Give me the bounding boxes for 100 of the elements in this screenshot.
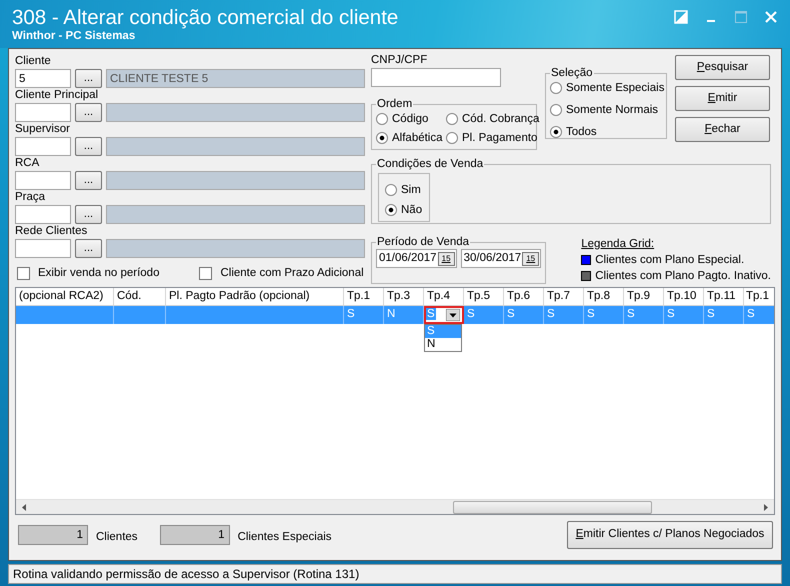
group-title: Condições de Venda — [376, 158, 484, 171]
table-cell: S — [624, 306, 664, 324]
maximize-icon[interactable] — [734, 10, 748, 24]
count-field: 1 — [160, 525, 230, 545]
browse-button[interactable]: ... — [75, 239, 102, 258]
group-title: Período de Venda — [376, 236, 470, 249]
column-header[interactable]: Tp.7 — [544, 288, 584, 305]
radio-button[interactable] — [550, 104, 562, 116]
date-field[interactable]: 30/06/2017 15 — [460, 249, 542, 268]
browse-button[interactable]: ... — [75, 137, 102, 156]
action-button[interactable]: Pesquisar — [675, 55, 770, 80]
group-title: Ordem — [376, 98, 414, 111]
name-field[interactable] — [106, 171, 365, 190]
window-subtitle: Winthor - PC Sistemas — [12, 30, 136, 43]
field-label: RCA — [15, 156, 40, 171]
table-cell: S — [544, 306, 584, 324]
column-header[interactable]: Tp.1 — [344, 288, 384, 305]
column-header[interactable]: Tp.9 — [624, 288, 664, 305]
count-label: Clientes Especiais — [238, 530, 332, 545]
dropdown-option[interactable]: N — [425, 338, 461, 351]
radio-button[interactable] — [446, 113, 458, 125]
checkbox[interactable] — [199, 266, 212, 280]
column-header[interactable]: Tp.1 — [744, 288, 774, 305]
radio-button[interactable] — [376, 132, 388, 144]
browse-button[interactable]: ... — [75, 205, 102, 224]
checkbox-label: Exibir venda no período — [38, 266, 160, 281]
radio-button[interactable] — [376, 113, 388, 125]
column-header[interactable]: Tp.6 — [504, 288, 544, 305]
close-icon[interactable] — [764, 10, 778, 24]
group-title: Seleção — [550, 67, 594, 80]
radio-label: Código — [392, 112, 428, 127]
column-header[interactable]: Tp.10 — [664, 288, 704, 305]
column-header[interactable]: Tp.11 — [704, 288, 744, 305]
column-header[interactable]: (opcional RCA2) — [16, 288, 114, 305]
radio-button[interactable] — [446, 132, 458, 144]
dropdown-arrow-icon[interactable] — [446, 309, 460, 321]
cnpj-field[interactable] — [371, 68, 501, 87]
name-field[interactable] — [106, 103, 365, 122]
radio-label: Pl. Pagamento — [462, 131, 538, 146]
table-cell: S — [584, 306, 624, 324]
action-button[interactable]: Emitir — [675, 86, 770, 111]
code-field[interactable] — [15, 137, 71, 156]
browse-button[interactable]: ... — [75, 171, 102, 190]
radio-label: Alfabética — [392, 131, 443, 146]
field-label: Rede Clientes — [15, 224, 88, 239]
checkbox[interactable] — [17, 266, 30, 280]
radio-label: Somente Normais — [566, 103, 658, 118]
browse-button[interactable]: ... — [75, 103, 102, 122]
column-header[interactable]: Tp.8 — [584, 288, 624, 305]
status-bar: Rotina validando permissão de acesso a Supervisor (Rotina 131) — [8, 564, 782, 584]
legend-label: Clientes com Plano Especial. — [595, 253, 744, 268]
action-button[interactable]: Fechar — [675, 117, 770, 142]
column-header[interactable]: Pl. Pagto Padrão (opcional) — [166, 288, 344, 305]
radio-label: Sim — [401, 183, 421, 198]
browse-button[interactable]: ... — [75, 69, 102, 88]
legend-title: Legenda Grid: — [581, 237, 656, 252]
scroll-thumb[interactable] — [453, 501, 652, 514]
count-field: 1 — [18, 525, 88, 545]
name-field[interactable]: CLIENTE TESTE 5 — [106, 69, 365, 88]
checkbox-label: Cliente com Prazo Adicional — [220, 266, 364, 281]
legend-label: Clientes com Plano Pagto. Inativo. — [595, 269, 771, 284]
field-label: Praça — [15, 190, 46, 205]
table-cell: S — [744, 306, 774, 324]
name-field[interactable] — [106, 239, 365, 258]
table-cell: S — [344, 306, 384, 324]
field-label: Cliente Principal — [15, 88, 100, 103]
code-field[interactable] — [15, 171, 71, 190]
table-cell: S — [664, 306, 704, 324]
radio-button[interactable] — [550, 126, 562, 138]
code-field[interactable] — [15, 205, 71, 224]
radio-button[interactable] — [385, 204, 397, 216]
horizontal-scrollbar[interactable] — [16, 499, 774, 514]
radio-label: Cód. Cobrança — [462, 112, 540, 127]
date-field[interactable]: 01/06/2017 15 — [376, 249, 457, 268]
code-field[interactable]: 5 — [15, 69, 71, 88]
radio-label: Todos — [566, 125, 597, 140]
name-field[interactable] — [106, 205, 365, 224]
table-cell: S — [704, 306, 744, 324]
theme-icon[interactable] — [674, 10, 688, 24]
column-header[interactable]: Cód. — [114, 288, 166, 305]
report-button[interactable]: Emitir Clientes c/ Planos Negociados — [567, 521, 773, 549]
radio-button[interactable] — [550, 82, 562, 94]
table-cell: S — [504, 306, 544, 324]
column-header[interactable]: Tp.3 — [384, 288, 424, 305]
name-field[interactable] — [106, 137, 365, 156]
table-cell: S — [464, 306, 504, 324]
field-label: Cliente — [15, 54, 52, 69]
code-field[interactable] — [15, 239, 71, 258]
field-label: Supervisor — [15, 122, 71, 137]
calendar-button[interactable]: 15 — [438, 252, 455, 266]
radio-label: Não — [401, 203, 422, 218]
count-label: Clientes — [96, 530, 138, 545]
radio-label: Somente Especiais — [566, 81, 664, 96]
radio-button[interactable] — [385, 184, 397, 196]
column-header[interactable]: Tp.5 — [464, 288, 504, 305]
calendar-button[interactable]: 15 — [522, 252, 540, 266]
field-label: CNPJ/CPF — [371, 53, 428, 68]
window-title: 308 - Alterar condição comercial do cliente — [12, 6, 400, 30]
column-header[interactable]: Tp.4 — [424, 288, 464, 305]
code-field[interactable] — [15, 103, 71, 122]
